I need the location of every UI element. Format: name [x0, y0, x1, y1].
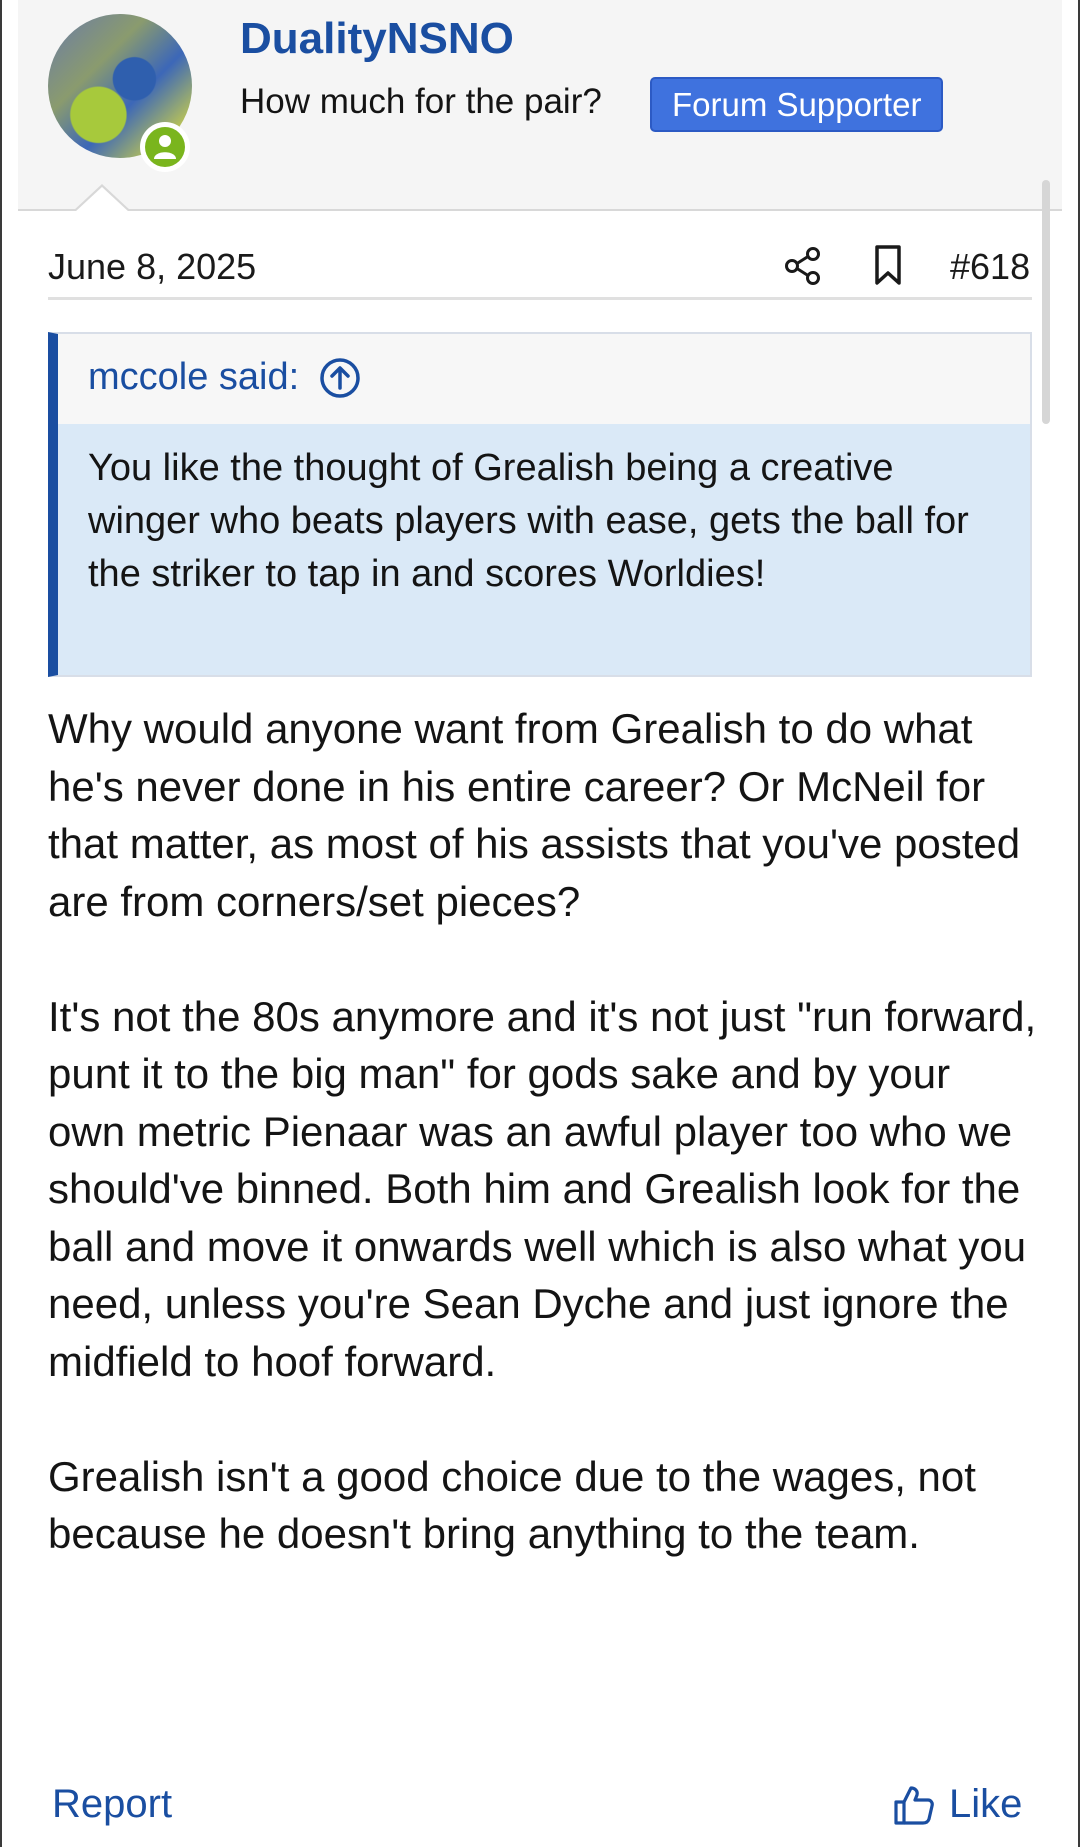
- share-icon[interactable]: [783, 246, 823, 286]
- author-username[interactable]: DualityNSNO: [240, 14, 514, 64]
- quote-text: You like the thought of Grealish being a…: [88, 447, 969, 595]
- post-paragraph: Why would anyone want from Grealish to d…: [48, 705, 1021, 925]
- post-body: Why would anyone want from Grealish to d…: [48, 700, 1038, 1563]
- quote-block: mccole said: You like the thought of Gre…: [48, 332, 1032, 677]
- report-link[interactable]: Report: [52, 1782, 172, 1827]
- quote-attribution[interactable]: mccole said:: [88, 356, 361, 399]
- quote-author[interactable]: mccole said:: [88, 356, 299, 399]
- post-author-header: DualityNSNO How much for the pair? Forum…: [18, 0, 1062, 211]
- like-label: Like: [949, 1782, 1023, 1826]
- bookmark-icon[interactable]: [868, 244, 908, 286]
- post-paragraph: Grealish isn't a good choice due to the …: [48, 1452, 976, 1558]
- quote-header: mccole said:: [58, 334, 1030, 424]
- thumbs-up-icon: [894, 1785, 934, 1825]
- arrow-up-circle-icon[interactable]: [319, 357, 361, 399]
- post-meta-row: June 8, 2025 #618: [48, 242, 1032, 300]
- like-button[interactable]: Like: [893, 1782, 1022, 1827]
- scrollbar[interactable]: [1042, 180, 1050, 424]
- post-date[interactable]: June 8, 2025: [48, 246, 256, 288]
- header-caret: [73, 184, 131, 212]
- post-number[interactable]: #618: [950, 246, 1030, 288]
- user-online-icon: [154, 135, 176, 159]
- online-status-badge: [140, 122, 190, 172]
- author-user-title: How much for the pair?: [240, 82, 602, 121]
- quote-content: You like the thought of Grealish being a…: [58, 424, 1030, 675]
- forum-supporter-banner: Forum Supporter: [650, 77, 944, 132]
- post-paragraph: It's not the 80s anymore and it's not ju…: [48, 992, 1037, 1385]
